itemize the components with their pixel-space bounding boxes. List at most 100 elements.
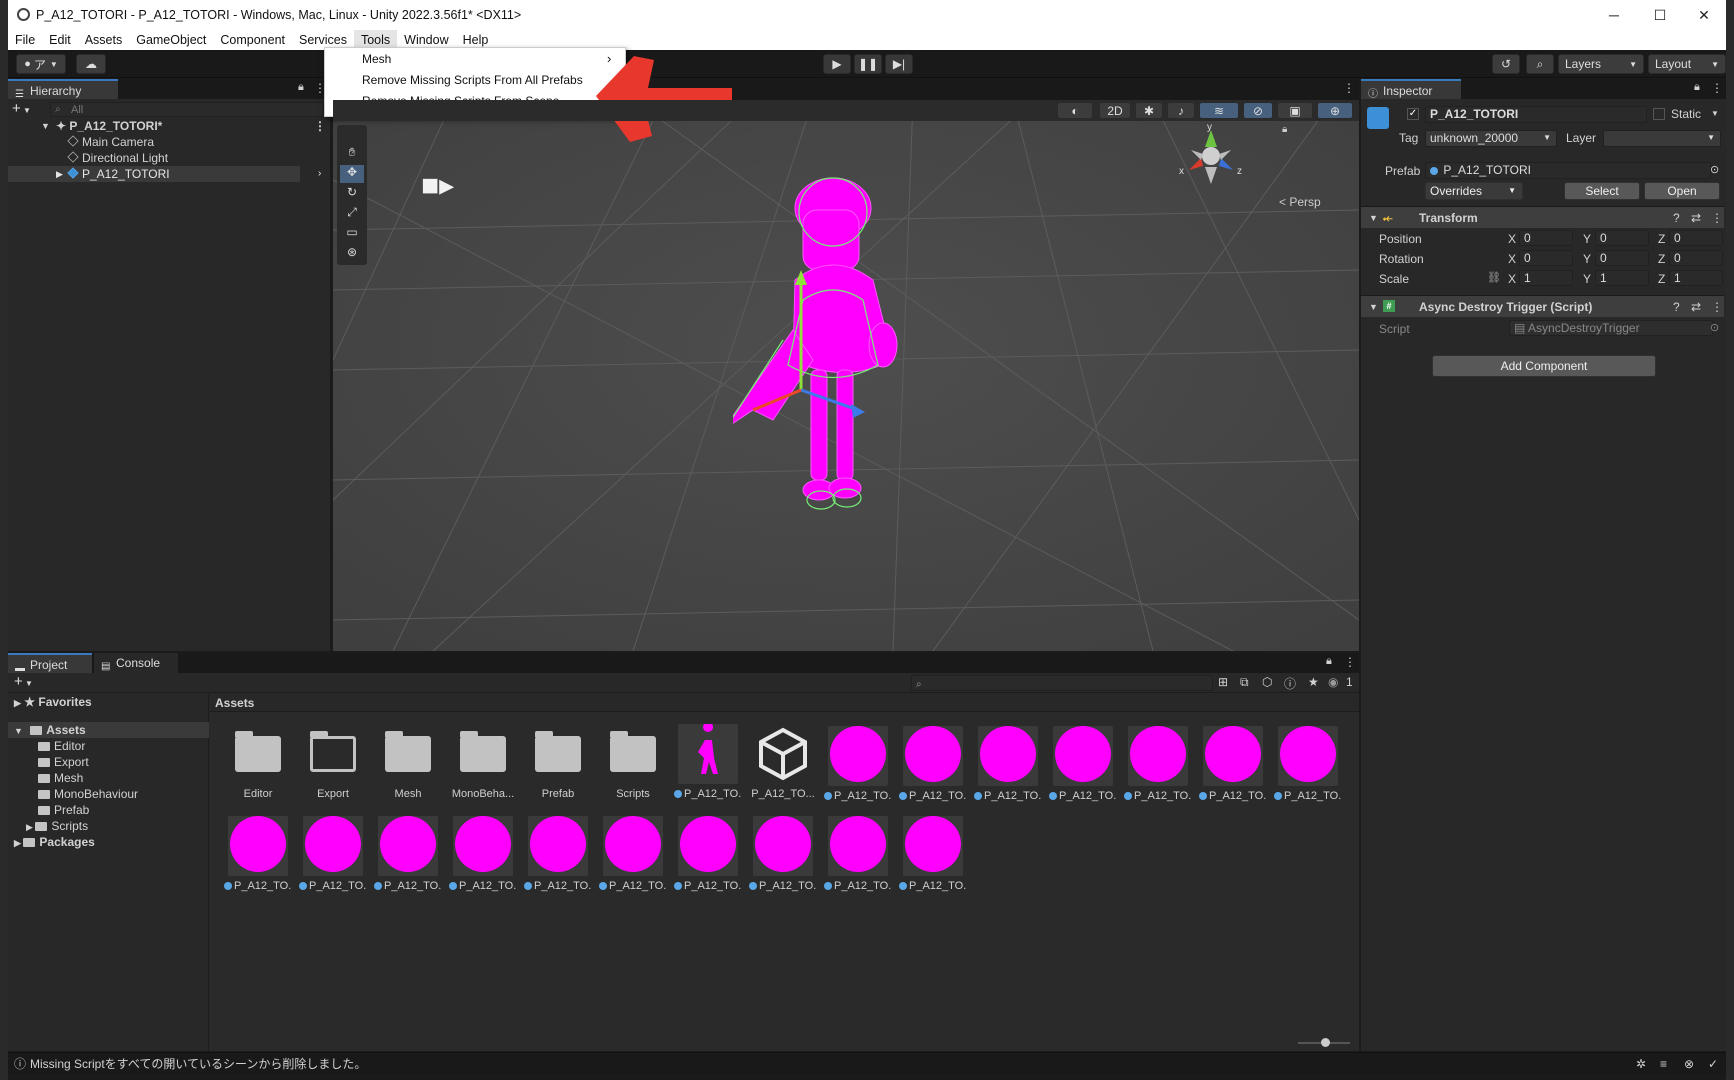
orientation-gizmo[interactable]: y x z [1171,122,1251,192]
asset-item[interactable]: P_A12_TO... [899,724,967,802]
tab-hierarchy[interactable]: ☰ Hierarchy [8,79,118,100]
chevron-down-icon[interactable]: ▼ [1711,109,1719,118]
transform-tool-icon[interactable]: ⊛ [340,245,364,263]
settings-icon[interactable]: ⇄ [1691,296,1701,318]
asset-item[interactable]: P_A12_TO... [749,724,817,800]
asset-item[interactable]: P_A12_TO... [1274,724,1342,802]
search-button[interactable]: ⌕ [1526,54,1554,74]
layer-dropdown[interactable]: ▼ [1603,130,1721,147]
packages-item[interactable]: ▶ Packages [14,834,95,850]
asset-item[interactable]: MonoBeha... [449,724,517,800]
zoom-slider-thumb[interactable] [1321,1038,1330,1047]
scale-tool-icon[interactable]: ⤢ [340,205,364,223]
asset-item[interactable]: P_A12_TO... [374,814,442,892]
rotation-y-field[interactable]: 0 [1595,250,1649,266]
expand-arrow-icon[interactable]: ▼ [41,118,50,134]
menu-gameobject[interactable]: GameObject [129,30,213,50]
script-component-header[interactable]: ▼ # Async Destroy Trigger (Script) ? ⇄ ⋮ [1361,295,1724,317]
lock-icon[interactable]: 🔒︎ [1694,81,1700,94]
folder-item[interactable]: MonoBehaviour [38,786,138,802]
asset-item[interactable]: P_A12_TO... [824,814,892,892]
scene-more-icon[interactable]: ⋮ [1343,81,1355,95]
bug-icon[interactable]: ✲ [1636,1053,1646,1075]
more-icon[interactable]: ⋮ [1711,296,1723,318]
pause-button[interactable]: ❚❚ [854,54,882,74]
asset-item[interactable]: Export [299,724,367,800]
static-checkbox[interactable] [1653,108,1665,120]
menu-file[interactable]: File [8,30,42,50]
position-x-field[interactable]: 0 [1519,230,1573,246]
layers-dropdown[interactable]: Layers ▼ [1558,54,1644,74]
hierarchy-item-selected[interactable]: ▶ P_A12_TOTORI › [8,166,321,182]
asset-item[interactable]: P_A12_TO... [224,814,292,892]
position-y-field[interactable]: 0 [1595,230,1649,246]
menu-item-mesh[interactable]: Mesh › [362,51,612,66]
search-by-type-icon[interactable]: ⊞ [1218,675,1228,689]
status-message[interactable]: Missing Scriptをすべての開いているシーンから削除しました。 [30,1053,366,1075]
create-button[interactable]: + ▼ [12,100,44,118]
rotation-z-field[interactable]: 0 [1669,250,1723,266]
asset-item[interactable]: Scripts [599,724,667,800]
asset-item[interactable]: P_A12_TO... [1049,724,1117,802]
gizmos-button[interactable]: ⊕ [1317,102,1353,119]
active-checkbox[interactable]: ✓ [1407,108,1419,120]
position-z-field[interactable]: 0 [1669,230,1723,246]
close-button[interactable]: ✕ [1682,0,1726,30]
folder-item[interactable]: Export [38,754,89,770]
asset-item[interactable]: P_A12_TO... [449,814,517,892]
tab-console[interactable]: ▤ Console [94,653,178,673]
warning-icon[interactable]: ⓘ [1284,675,1296,692]
expand-arrow-icon[interactable]: ▼ [1369,296,1378,318]
hand-tool-icon[interactable]: ✋︎ [340,145,364,163]
breadcrumb[interactable]: Assets [210,694,1359,712]
assets-root-item[interactable]: ▼ Assets [8,722,209,738]
star-icon[interactable]: ★ [1308,675,1319,689]
asset-item[interactable]: P_A12_TO... [899,814,967,892]
project-search-input[interactable]: ⌕ [911,675,1213,691]
asset-item[interactable]: P_A12_TO... [1124,724,1192,802]
favorites-item[interactable]: ▶ ★ Favorites [14,694,92,710]
asset-item[interactable]: Editor [224,724,292,800]
transform-header[interactable]: ▼ ⤝ Transform ? ⇄ ⋮ [1361,206,1724,228]
rotate-tool-icon[interactable]: ↻ [340,185,364,203]
maximize-button[interactable]: ☐ [1638,0,1682,30]
tab-project[interactable]: ▬ Project [8,653,92,674]
help-icon[interactable]: ? [1673,296,1680,318]
folder-item[interactable]: Editor [38,738,85,754]
settings-icon[interactable]: ⇄ [1691,207,1701,229]
asset-item[interactable]: P_A12_TO... [599,814,667,892]
effects-button[interactable]: ≋ [1199,102,1239,119]
asset-item[interactable]: P_A12_TO... [524,814,592,892]
lighting-button[interactable]: ✱ [1135,102,1163,119]
folder-item[interactable]: ▶ Scripts [26,818,88,834]
scene-view[interactable]: ✋︎ ✥ ↻ ⤢ ▭ ⊛ ■▸ y x z 🔒︎ < Persp [333,100,1359,651]
rotation-x-field[interactable]: 0 [1519,250,1573,266]
more-icon[interactable]: ⋮ [1711,81,1723,95]
stack-icon[interactable]: ≡ [1660,1053,1667,1075]
btn-2d[interactable]: 2D [1099,102,1131,119]
asset-item[interactable]: P_A12_TO... [749,814,817,892]
play-button[interactable]: ▶ [823,54,851,74]
prefab-field[interactable]: P_A12_TOTORI [1425,162,1711,179]
cloud-button[interactable]: ☁ [76,54,106,74]
layout-dropdown[interactable]: Layout ▼ [1648,54,1726,74]
tag-dropdown[interactable]: unknown_20000 ▼ [1425,130,1557,147]
rect-tool-icon[interactable]: ▭ [340,225,364,243]
asset-item[interactable]: P_A12_TO... [674,814,742,892]
select-button[interactable]: Select [1564,182,1640,200]
scale-y-field[interactable]: 1 [1595,270,1649,286]
check-icon[interactable]: ✓ [1708,1053,1718,1075]
visibility-button[interactable]: ⊘ [1243,102,1273,119]
gizmo-lock-icon[interactable]: 🔒︎ [1282,124,1287,135]
tab-inspector[interactable]: ⓘ Inspector [1361,79,1461,100]
open-button[interactable]: Open [1644,182,1720,200]
folder-item[interactable]: Mesh [38,770,83,786]
asset-item[interactable]: P_A12_TO... [824,724,892,802]
step-button[interactable]: ▶| [885,54,913,74]
create-button[interactable]: + ▼ [14,673,33,690]
asset-item[interactable]: Mesh [374,724,442,800]
asset-item[interactable]: P_A12_TO... [1199,724,1267,802]
folder-item[interactable]: Prefab [38,802,89,818]
asset-item[interactable]: P_A12_TO... [674,722,742,800]
more-icon[interactable]: ⋮ [1344,655,1356,669]
